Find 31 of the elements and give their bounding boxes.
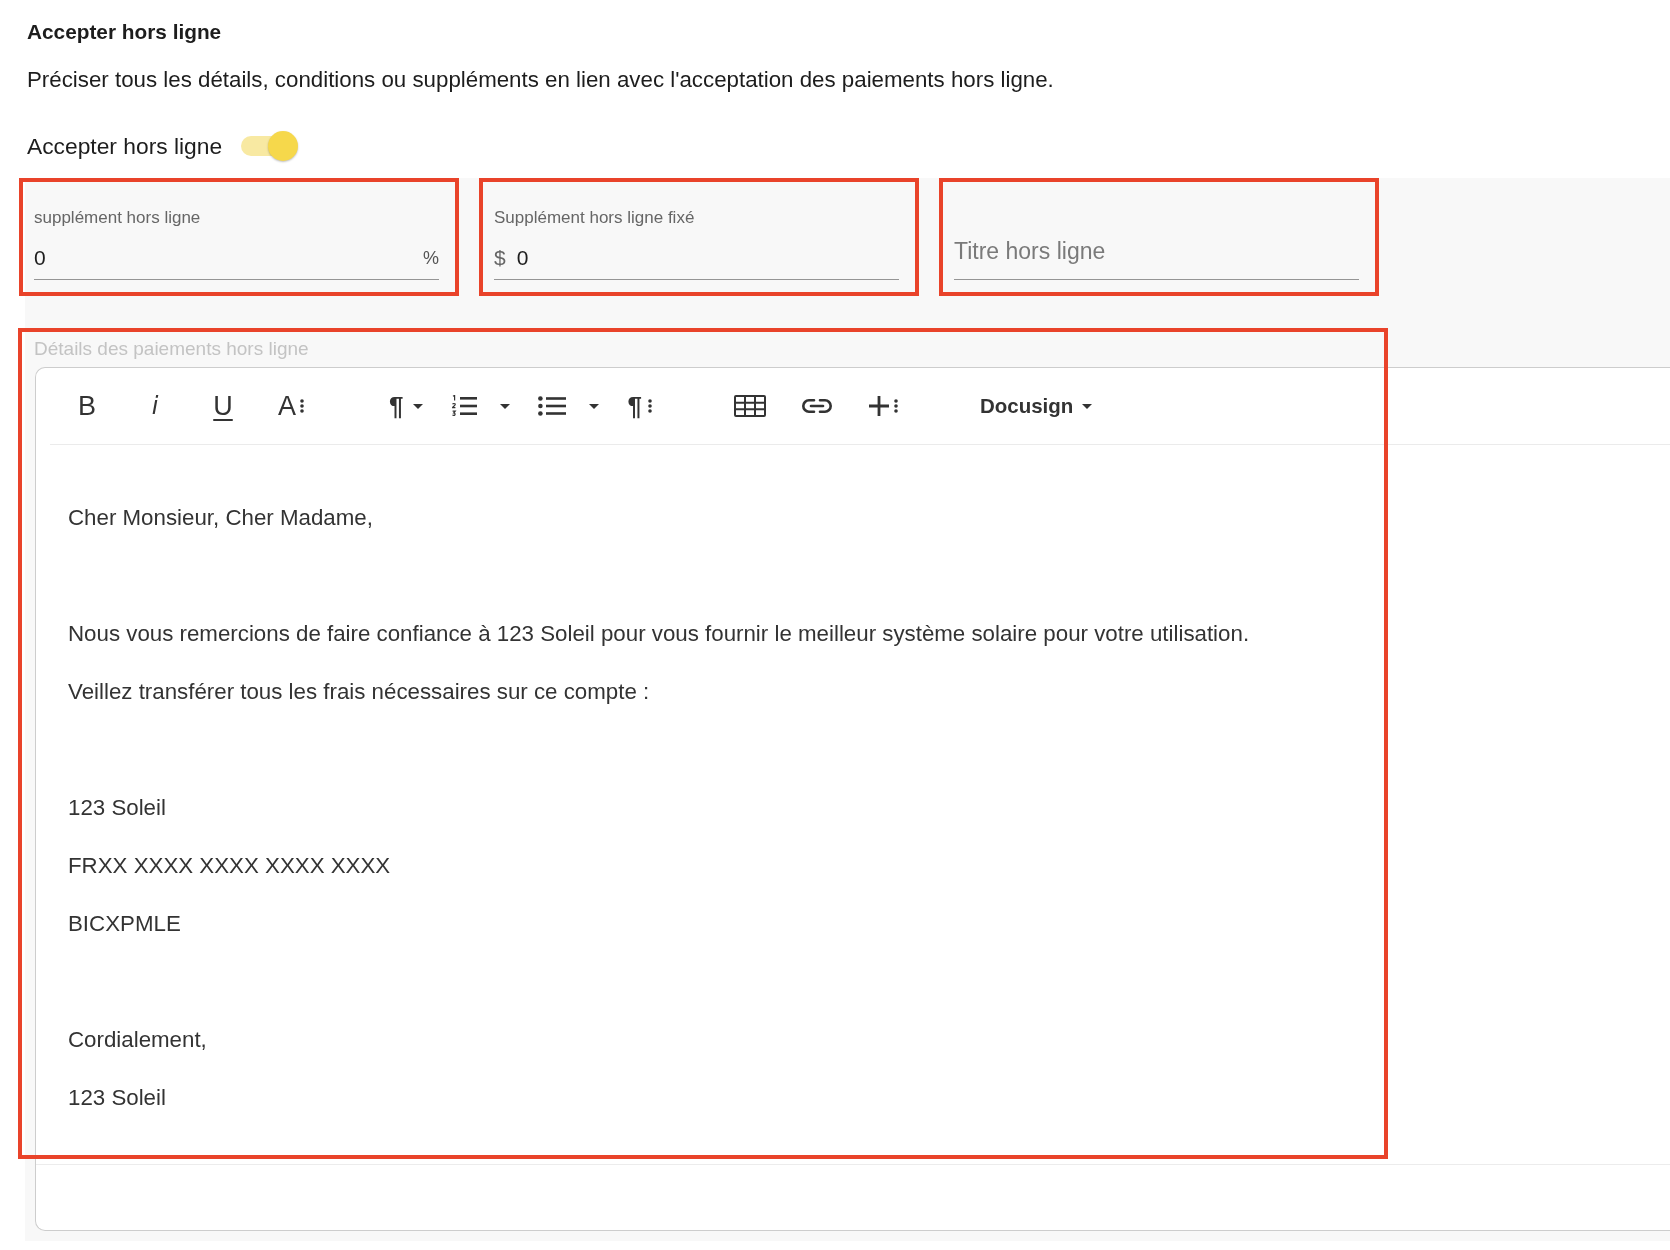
currency-prefix: $ — [494, 246, 506, 270]
paragraph-button[interactable]: ¶ — [381, 384, 432, 428]
body-text: 123 Soleil — [68, 795, 166, 821]
numbered-list-icon — [451, 395, 478, 417]
bold-button[interactable]: B — [63, 384, 111, 428]
link-icon — [800, 398, 833, 414]
input-field[interactable]: 0 — [516, 246, 899, 270]
input-field[interactable]: 0 — [34, 246, 415, 270]
body-text: Cordialement, — [68, 1027, 207, 1053]
section-title: Accepter hors ligne — [27, 20, 222, 44]
plus-icon — [867, 395, 890, 417]
body-text: FRXX XXXX XXXX XXXX XXXX — [68, 853, 391, 879]
body-text: BICXPMLE — [68, 911, 181, 937]
field-label: Supplément hors ligne fixé — [494, 208, 695, 228]
text-style-button[interactable]: A — [267, 384, 315, 428]
underline-button[interactable]: U — [199, 384, 247, 428]
toggle-switch[interactable] — [241, 131, 299, 161]
paragraph-style-button[interactable]: ¶ — [619, 384, 660, 428]
section-description: Préciser tous les détails, conditions ou suppléments en lien avec l'acceptation des paiements hors ligne. — [27, 67, 1054, 93]
input-field[interactable]: Titre hors ligne — [954, 240, 1359, 264]
dropdown-button[interactable]: Docusign — [971, 384, 1101, 428]
body-text: 123 Soleil — [68, 1085, 166, 1111]
table-icon — [733, 395, 766, 417]
bullet-list-icon — [538, 396, 567, 416]
body-text: Veillez transférer tous les frais nécessaires sur ce compte : — [68, 679, 650, 705]
italic-button[interactable]: i — [131, 384, 179, 428]
body-text: Cher Monsieur, Cher Madame, — [68, 505, 373, 531]
unit-suffix: % — [423, 247, 439, 270]
field-label: supplément hors ligne — [34, 208, 201, 228]
toggle-label: Accepter hors ligne — [27, 133, 223, 159]
body-text: Nous vous remercions de faire confiance à 123 Soleil pour vous fournir le meilleur système solaire pour votre utilisation. — [68, 621, 1250, 647]
